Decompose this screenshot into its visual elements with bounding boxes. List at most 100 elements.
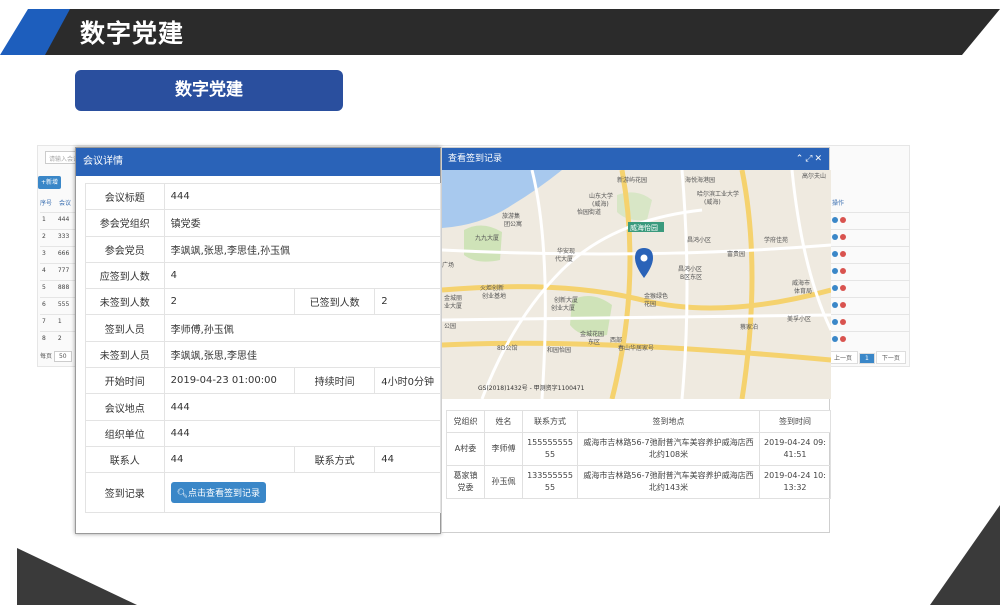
map-view[interactable]: 威海怡园 新游屿花园 山东大学 (威海) 怡园街道 哈尔滨工业大学 (威海) 海… bbox=[442, 170, 831, 399]
map-label: 昌鸿小区 bbox=[687, 236, 711, 244]
edit-icon[interactable] bbox=[832, 251, 838, 257]
cell-time: 2019-04-24 10:13:32 bbox=[759, 465, 831, 499]
list-row[interactable]: 71 bbox=[40, 314, 80, 329]
field-value: 4 bbox=[163, 261, 442, 290]
map-label: 金城花园 bbox=[580, 330, 604, 338]
map-label: 公园 bbox=[444, 323, 456, 330]
edit-icon[interactable] bbox=[832, 302, 838, 308]
edit-icon[interactable] bbox=[832, 336, 838, 342]
field-value: 444 bbox=[163, 182, 442, 211]
map-label: 学府佳苑 bbox=[764, 236, 788, 244]
field-value: 444 bbox=[163, 419, 442, 447]
field-label: 持续时间 bbox=[293, 367, 376, 395]
map-label: 威海市 bbox=[792, 279, 810, 287]
map-label: 团公寓 bbox=[504, 220, 522, 228]
edit-icon[interactable] bbox=[832, 234, 838, 240]
field-label: 参会党组织 bbox=[85, 209, 165, 237]
edit-icon[interactable] bbox=[832, 285, 838, 291]
record-dialog-header: 查看签到记录 ⌃⤢✕ bbox=[442, 148, 829, 170]
dialog-title: 会议详情 bbox=[76, 148, 440, 176]
edit-icon[interactable] bbox=[832, 319, 838, 325]
map-label: 新游屿花园 bbox=[617, 176, 647, 184]
edit-icon[interactable] bbox=[832, 268, 838, 274]
map-label: (威海) bbox=[704, 198, 721, 206]
row-name: 2 bbox=[57, 335, 62, 342]
row-no: 5 bbox=[42, 284, 46, 291]
field-value: 李飒飒,张思,李思佳,孙玉佩 bbox=[163, 235, 442, 263]
field-label: 未签到人数 bbox=[85, 288, 165, 316]
map-label: 代大厦 bbox=[555, 255, 573, 263]
edit-icon[interactable] bbox=[832, 217, 838, 223]
field-value: 李师傅,孙玉佩 bbox=[163, 314, 442, 342]
list-row[interactable]: 4 777 bbox=[40, 263, 80, 278]
map-label: 富贵园 bbox=[727, 250, 745, 258]
page-size-label: 每页 bbox=[40, 353, 53, 360]
map-label: 威海怡园 bbox=[630, 223, 658, 232]
cell-name: 孙玉佩 bbox=[484, 465, 523, 499]
field-label: 开始时间 bbox=[85, 367, 165, 395]
field-label: 已签到人数 bbox=[293, 288, 376, 316]
map-label: 8D公馆 bbox=[497, 344, 517, 352]
row-no: 8 bbox=[42, 335, 46, 342]
cell-place: 威海市吉林路56-7弛耐普汽车美容养护威海店西北约108米 bbox=[577, 432, 760, 466]
table-row: 葛家镇党委 孙玉佩 13355555555 威海市吉林路56-7弛耐普汽车美容养… bbox=[446, 465, 831, 499]
map-label: 蔡家泊 bbox=[740, 323, 758, 331]
view-sign-record-button[interactable]: 🔍︎点击查看签到记录 bbox=[170, 482, 267, 504]
row-no: 6 bbox=[42, 301, 46, 308]
map-label: 创业基地 bbox=[482, 292, 506, 300]
op-cell bbox=[828, 229, 910, 245]
list-row[interactable]: 6 555 bbox=[40, 297, 80, 312]
map-label: 美孚小区 bbox=[787, 315, 811, 323]
op-cell bbox=[828, 263, 910, 279]
field-label: 签到人员 bbox=[85, 314, 165, 342]
page-size-select[interactable]: 50 bbox=[53, 351, 72, 362]
delete-icon[interactable] bbox=[840, 336, 846, 342]
list-row[interactable]: 5 888 bbox=[40, 280, 80, 295]
map-label: 创业大厦 bbox=[551, 304, 575, 312]
map-label: 旅游集 bbox=[502, 212, 520, 220]
page-title: 数字党建 bbox=[80, 19, 185, 48]
window-controls[interactable]: ⌃⤢✕ bbox=[796, 148, 824, 170]
field-label: 联系方式 bbox=[293, 445, 376, 474]
list-row[interactable]: 2 333 bbox=[40, 229, 80, 244]
prev-page-button[interactable]: 上一页 bbox=[828, 351, 859, 364]
delete-icon[interactable] bbox=[840, 302, 846, 308]
col-header: 签到时间 bbox=[759, 410, 831, 433]
field-value: 444 bbox=[163, 393, 442, 421]
field-value: 4小时0分钟 bbox=[374, 367, 441, 395]
add-button[interactable]: +新增 bbox=[38, 176, 61, 189]
delete-icon[interactable] bbox=[840, 268, 846, 274]
corner-decoration-left bbox=[17, 548, 137, 605]
delete-icon[interactable] bbox=[840, 234, 846, 240]
op-cell bbox=[828, 297, 910, 313]
map-copyright: GS(2018)1432号 - 甲测资字1100471 bbox=[478, 384, 585, 392]
row-no: 3 bbox=[42, 250, 46, 257]
cell-phone: 13355555555 bbox=[522, 465, 578, 499]
field-label: 会议标题 bbox=[85, 182, 165, 211]
map-label: 体育局 bbox=[794, 287, 812, 295]
list-row[interactable]: 1 444 bbox=[40, 212, 80, 227]
row-name: 555 bbox=[57, 301, 70, 308]
map-label: 广场 bbox=[442, 261, 454, 269]
search-icon: 🔍︎ bbox=[176, 489, 189, 500]
table-row: A村委 李师傅 15555555555 威海市吉林路56-7弛耐普汽车美容养护威… bbox=[446, 432, 831, 466]
field-value: 镇党委 bbox=[163, 209, 442, 237]
field-label: 联系人 bbox=[85, 445, 165, 474]
delete-icon[interactable] bbox=[840, 285, 846, 291]
map-label: 华安现 bbox=[557, 247, 575, 255]
map-label: 哈尔滨工业大学 bbox=[697, 190, 739, 198]
sign-record-table: 党组织 姓名 联系方式 签到地点 签到时间 A村委 李师傅 1555555555… bbox=[446, 410, 831, 499]
list-row[interactable]: 82 bbox=[40, 331, 80, 346]
meeting-detail-dialog: 会议详情 会议标题 444 参会党组织 镇党委 参会党员 李飒飒,张思,李思佳,… bbox=[75, 147, 442, 534]
field-value: 李飒飒,张思,李思佳 bbox=[163, 340, 442, 369]
sign-record-dialog: 查看签到记录 ⌃⤢✕ 威海怡园 新游屿花园 山东大学 (威海) 怡园街道 哈尔滨… bbox=[441, 147, 831, 533]
delete-icon[interactable] bbox=[840, 319, 846, 325]
row-name: 777 bbox=[57, 267, 70, 274]
field-value: 2019-04-23 01:00:00 bbox=[163, 367, 295, 395]
page-1-button[interactable]: 1 bbox=[859, 353, 875, 364]
delete-icon[interactable] bbox=[840, 217, 846, 223]
field-label: 应签到人数 bbox=[85, 261, 165, 290]
next-page-button[interactable]: 下一页 bbox=[875, 351, 906, 364]
delete-icon[interactable] bbox=[840, 251, 846, 257]
list-row[interactable]: 3 666 bbox=[40, 246, 80, 261]
